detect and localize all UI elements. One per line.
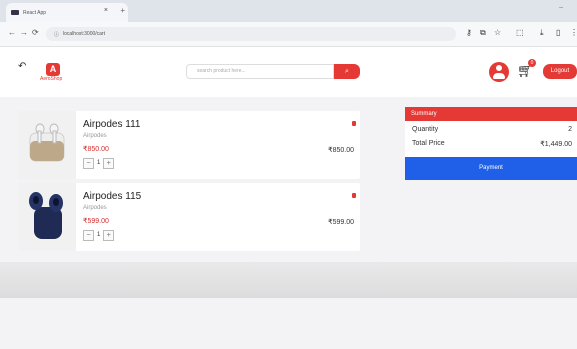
summary-total-value: ₹1,449.00 bbox=[540, 141, 572, 148]
cart-item: Airpodes 111 Airpodes ₹850.00 − 1 + ₹850… bbox=[18, 111, 360, 179]
summary-title: Summary bbox=[405, 107, 577, 121]
trash-icon[interactable] bbox=[352, 121, 356, 126]
decrease-quantity-button[interactable]: − bbox=[83, 157, 94, 169]
decrease-quantity-button[interactable]: − bbox=[83, 229, 94, 241]
product-name: Airpodes 111 bbox=[83, 119, 141, 130]
back-icon[interactable]: ↶ bbox=[18, 61, 26, 72]
translate-icon[interactable]: ⧉ bbox=[480, 28, 486, 38]
order-summary: Summary Quantity 2 Total Price ₹1,449.00… bbox=[405, 107, 577, 180]
app-header: ↶ A AeroShop search product here... ⌕ 🛒︎… bbox=[0, 47, 577, 97]
tab-close-icon[interactable]: × bbox=[104, 7, 108, 14]
payment-button[interactable]: Payment bbox=[405, 157, 577, 180]
cart-item: Airpodes 115 Airpodes ₹599.00 − 1 + ₹599… bbox=[18, 183, 360, 251]
summary-total-label: Total Price bbox=[412, 140, 445, 147]
quantity-stepper: − 1 + bbox=[83, 157, 115, 169]
logo-text: AeroShop bbox=[40, 76, 63, 82]
summary-quantity-label: Quantity bbox=[412, 126, 439, 133]
forward-nav-icon[interactable]: → bbox=[20, 28, 28, 37]
search-input[interactable]: search product here... bbox=[186, 64, 334, 79]
browser-tab[interactable]: React App × + bbox=[6, 3, 128, 22]
menu-icon[interactable]: ⋮ bbox=[570, 28, 577, 37]
new-tab-icon[interactable]: + bbox=[120, 6, 125, 15]
product-brand: Airpodes bbox=[83, 205, 107, 211]
search-button[interactable]: ⌕ bbox=[334, 64, 360, 79]
window-minimize-icon[interactable]: – bbox=[559, 4, 563, 11]
product-price: ₹599.00 bbox=[83, 218, 109, 225]
item-total: ₹599.00 bbox=[328, 219, 354, 226]
download-icon[interactable]: ⤓ bbox=[540, 28, 544, 38]
password-key-icon[interactable]: ⚷ bbox=[466, 28, 472, 37]
item-total: ₹850.00 bbox=[328, 147, 354, 154]
product-name: Airpodes 115 bbox=[83, 191, 142, 202]
product-brand: Airpodes bbox=[83, 133, 107, 139]
quantity-value: 1 bbox=[97, 232, 101, 238]
bookmark-star-icon[interactable]: ☆ bbox=[494, 28, 501, 37]
product-price: ₹850.00 bbox=[83, 146, 109, 153]
browser-tab-bar: React App × + – bbox=[0, 0, 577, 22]
increase-quantity-button[interactable]: + bbox=[103, 157, 115, 169]
increase-quantity-button[interactable]: + bbox=[103, 229, 115, 241]
product-image bbox=[18, 183, 76, 251]
cart-count-badge: 0 bbox=[528, 59, 536, 67]
logout-button[interactable]: Logout bbox=[543, 64, 577, 79]
sidebar-icon[interactable]: ▯ bbox=[556, 28, 560, 37]
extensions-icon[interactable]: ⬚ bbox=[516, 28, 524, 37]
url-field[interactable]: ⓘ localhost:3000/cart bbox=[46, 27, 456, 41]
summary-quantity-row: Quantity 2 bbox=[412, 126, 572, 133]
url-text: localhost:3000/cart bbox=[63, 31, 105, 37]
tab-favicon-icon bbox=[11, 10, 19, 15]
product-image bbox=[18, 111, 76, 179]
back-nav-icon[interactable]: ← bbox=[8, 28, 16, 37]
quantity-value: 1 bbox=[97, 160, 101, 166]
tab-title: React App bbox=[23, 9, 47, 16]
reload-icon[interactable]: ⟳ bbox=[32, 28, 39, 37]
trash-icon[interactable] bbox=[352, 193, 356, 198]
footer-band bbox=[0, 262, 577, 298]
summary-total-row: Total Price ₹1,449.00 bbox=[412, 140, 572, 148]
quantity-stepper: − 1 + bbox=[83, 229, 115, 241]
site-info-icon: ⓘ bbox=[54, 31, 60, 38]
summary-quantity-value: 2 bbox=[568, 126, 572, 133]
search-icon: ⌕ bbox=[345, 68, 349, 75]
logo-letter: A bbox=[46, 63, 60, 76]
logo[interactable]: A AeroShop bbox=[40, 62, 64, 82]
address-bar: ← → ⟳ ⓘ localhost:3000/cart ⚷ ⧉ ☆ ⬚ ⤓ ▯ … bbox=[0, 22, 577, 47]
user-icon[interactable] bbox=[489, 62, 509, 82]
